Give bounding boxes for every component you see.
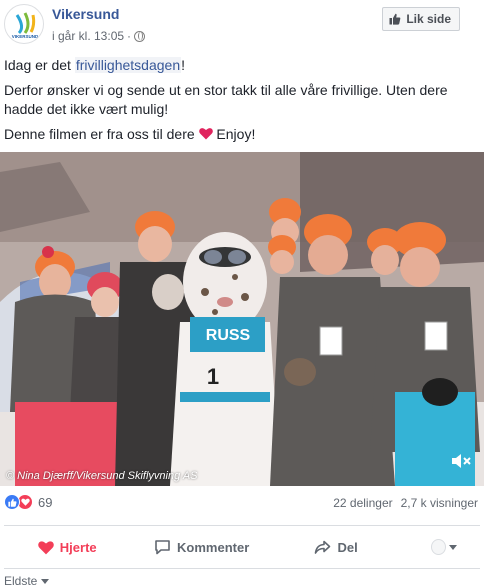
post-as-selector[interactable]	[403, 530, 484, 564]
share-label: Del	[337, 539, 358, 555]
stats-right: 22 delinger 2,7 k visninger	[333, 496, 478, 510]
share-icon	[315, 540, 331, 554]
video-frame: RUSS 1	[0, 152, 484, 486]
mute-icon[interactable]	[450, 452, 472, 470]
video-credit: © Nina Djærff/Vikersund Skiflyvning AS	[6, 470, 198, 482]
hashtag-link[interactable]: frivillighetsdagen	[74, 57, 182, 73]
views-count: 2,7 k visninger	[400, 496, 478, 510]
bib-number: 1	[207, 364, 219, 389]
red-heart-icon	[198, 128, 213, 140]
like-reaction-icon	[4, 494, 20, 510]
divider	[4, 525, 480, 526]
svg-text:VIKERSUND: VIKERSUND	[12, 34, 39, 39]
share-button[interactable]: Del	[269, 530, 403, 564]
post-line-1: Idag er det frivillighetsdagen!	[4, 56, 480, 75]
post-line-3: Denne filmen er fra oss til dere Enjoy!	[4, 125, 480, 144]
video-player[interactable]: RUSS 1 © Nina Djærff/Vikersund Skiflyvni…	[0, 152, 484, 486]
love-button[interactable]: Hjerte	[0, 530, 134, 564]
post-line-3-prefix: Denne filmen er fra oss til dere	[4, 126, 199, 142]
divider-bottom	[4, 568, 480, 569]
like-page-label: Lik side	[406, 12, 451, 26]
comment-button[interactable]: Kommenter	[134, 530, 268, 564]
post-timestamp[interactable]: i går kl. 13:05	[52, 29, 124, 43]
comment-icon	[155, 540, 170, 555]
post-text: Idag er det frivillighetsdagen! Derfor ø…	[4, 56, 480, 150]
bib-text: RUSS	[206, 327, 251, 344]
heart-icon	[37, 540, 54, 554]
comment-sort-dropdown[interactable]: Eldste	[4, 574, 50, 586]
reactions-summary[interactable]: 69	[4, 494, 52, 510]
love-label: Hjerte	[59, 539, 97, 555]
reaction-count: 69	[38, 494, 53, 510]
comment-label: Kommenter	[177, 539, 250, 555]
shares-count[interactable]: 22 delinger	[333, 496, 392, 510]
thumbs-up-icon	[389, 13, 401, 25]
post-line-3-suffix: Enjoy!	[212, 126, 256, 142]
post-line-1-prefix: Idag er det	[4, 57, 75, 73]
post-line-2: Derfor ønsker vi og sende ut en stor tak…	[4, 82, 448, 117]
mini-avatar	[430, 539, 446, 555]
like-page-button[interactable]: Lik side	[382, 7, 460, 31]
globe-icon	[134, 30, 146, 42]
chevron-down-icon	[448, 544, 457, 550]
post-header: VIKERSUND Vikersund i går kl. 13:05 · Li…	[0, 0, 484, 50]
sort-label: Eldste	[4, 574, 38, 586]
page-avatar[interactable]: VIKERSUND	[4, 4, 44, 44]
action-bar: Hjerte Kommenter Del	[0, 530, 484, 564]
post-meta: i går kl. 13:05 ·	[52, 29, 146, 43]
post-line-1-suffix: !	[181, 57, 186, 73]
post-stats: 69 22 delinger 2,7 k visninger	[0, 494, 484, 516]
post-as-avatar-wrap	[430, 538, 457, 556]
vikersund-logo-icon: VIKERSUND	[12, 12, 39, 39]
meta-separator: ·	[127, 29, 132, 43]
page-name-link[interactable]: Vikersund	[52, 6, 119, 22]
sort-chevron-down-icon	[41, 578, 50, 584]
